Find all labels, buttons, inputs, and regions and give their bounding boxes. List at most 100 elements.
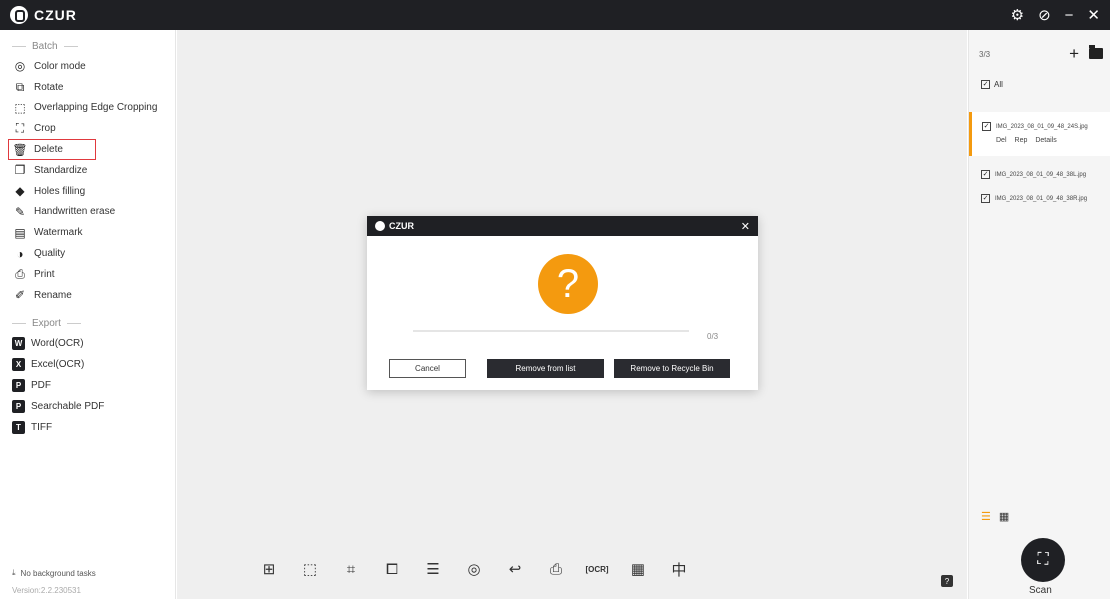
tiff-icon: T xyxy=(12,420,25,434)
sidebar-item-crop[interactable]: ⛶ Crop xyxy=(0,118,175,139)
question-icon[interactable]: ? xyxy=(941,575,953,587)
title-bar: CZUR ⚙ ⊘ − ✕ xyxy=(0,0,1110,30)
edge-crop-icon: ⬚ xyxy=(14,100,26,115)
grid-view-icon[interactable]: ▦ xyxy=(999,510,1009,523)
sidebar-item-watermark[interactable]: ▤ Watermark xyxy=(0,222,175,243)
scan-label: Scan xyxy=(1029,585,1052,596)
sidebar-item-pdf[interactable]: P PDF xyxy=(0,375,175,396)
dialog-title: CZUR xyxy=(389,221,414,231)
sidebar-item-label: PDF xyxy=(31,380,51,392)
czur-logo-icon xyxy=(10,6,28,24)
rotate-icon: ⧉ xyxy=(15,79,25,94)
bottom-toolbar: ⊞ ⬚ ⌗ ⧠ ☰ ◎ ↩ ⎙ [OCR] ▦ 中 xyxy=(257,557,691,581)
adjust-icon[interactable]: ☰ xyxy=(421,557,445,581)
checkbox-icon[interactable]: ✓ xyxy=(982,122,991,131)
print-icon[interactable]: ⎙ xyxy=(544,557,568,581)
progress-bar xyxy=(413,330,689,332)
details-link[interactable]: Details xyxy=(1035,137,1056,144)
checkbox-icon: ✓ xyxy=(981,80,990,89)
remove-from-list-button[interactable]: Remove from list xyxy=(487,359,604,378)
crop-icon: ⛶ xyxy=(15,121,25,136)
sidebar-item-label: Rotate xyxy=(34,81,64,93)
checkbox-icon[interactable]: ✓ xyxy=(981,170,990,179)
delete-icon: 🗑 xyxy=(12,142,28,157)
version-label: Version:2.2.230531 xyxy=(12,586,81,595)
ocr-icon[interactable]: [OCR] xyxy=(585,557,609,581)
sidebar-item-tiff[interactable]: T TIFF xyxy=(0,417,175,438)
select-all-checkbox[interactable]: ✓ All xyxy=(981,80,1003,89)
file-panel-header: 3/3 + xyxy=(979,44,1103,64)
settings-icon[interactable]: ⚙ xyxy=(1011,6,1024,24)
scan-icon: ⛶ xyxy=(1037,551,1049,568)
file-item[interactable]: ✓ IMG_2023_08_01_09_48_38L.jpg xyxy=(969,170,1110,179)
sidebar-item-quality[interactable]: ◑ Quality xyxy=(0,243,175,264)
file-panel: 3/3 + ✓ All ✓ IMG_2023_08_01_09_48_24S.jpg… xyxy=(968,30,1110,599)
tasks-label: No background tasks xyxy=(20,568,96,578)
sidebar-item-label: Quality xyxy=(34,248,66,260)
folder-icon[interactable] xyxy=(1089,45,1103,59)
sidebar-item-print[interactable]: ⎙ Print xyxy=(0,264,175,285)
scan-button[interactable]: ⛶ xyxy=(1021,538,1065,582)
background-tasks[interactable]: ⤓ No background tasks xyxy=(12,568,96,578)
sidebar-item-delete[interactable]: 🗑 Delete xyxy=(8,139,96,160)
sidebar-item-standardize[interactable]: ❐ Standardize xyxy=(0,160,175,181)
sidebar-item-edge-cropping[interactable]: ⬚ Overlapping Edge Cropping xyxy=(0,98,175,119)
rep-link[interactable]: Rep xyxy=(1015,137,1028,144)
question-mark-icon: ? xyxy=(538,254,598,314)
export-title: Export xyxy=(32,318,61,330)
select-icon[interactable]: ⬚ xyxy=(298,557,322,581)
searchable-pdf-icon: P xyxy=(12,399,25,413)
excel-icon: X xyxy=(12,358,25,372)
cancel-button[interactable]: Cancel xyxy=(389,359,466,378)
sidebar-item-rotate[interactable]: ⧉ Rotate xyxy=(0,77,175,98)
dialog-close-icon[interactable]: ✕ xyxy=(741,220,750,233)
add-icon[interactable]: + xyxy=(1069,44,1079,64)
remove-to-recycle-bin-button[interactable]: Remove to Recycle Bin xyxy=(614,359,730,378)
color-icon[interactable]: ◎ xyxy=(462,557,486,581)
sidebar-item-label: Overlapping Edge Cropping xyxy=(34,102,158,114)
help-icon[interactable]: ⊘ xyxy=(1038,6,1051,24)
close-icon[interactable]: ✕ xyxy=(1087,6,1100,24)
app-logo: CZUR xyxy=(10,6,77,24)
watermark-icon: ▤ xyxy=(14,225,26,240)
sidebar-item-word-ocr[interactable]: W Word(OCR) xyxy=(0,334,175,355)
file-count: 3/3 xyxy=(979,49,991,59)
del-link[interactable]: Del xyxy=(996,137,1007,144)
progress-text: 0/3 xyxy=(707,332,719,341)
sidebar-item-label: Print xyxy=(34,268,55,280)
file-name: IMG_2023_08_01_09_48_24S.jpg xyxy=(996,123,1088,130)
sidebar-footer: ⤓ No background tasks Version:2.2.230531 xyxy=(12,568,96,595)
sidebar-item-label: Rename xyxy=(34,289,72,301)
word-icon: W xyxy=(12,337,25,351)
batch-title: Batch xyxy=(32,40,58,52)
sidebar-item-holes-filling[interactable]: ◆ Holes filling xyxy=(0,181,175,202)
batch-section-header: Batch xyxy=(0,36,175,56)
eraser-icon: ✎ xyxy=(14,204,26,219)
sidebar-item-label: Handwritten erase xyxy=(34,206,116,218)
checkbox-icon[interactable]: ✓ xyxy=(981,194,990,203)
minimize-icon[interactable]: − xyxy=(1065,7,1074,24)
center-icon[interactable]: 中 xyxy=(667,557,691,581)
file-name: IMG_2023_08_01_09_48_38L.jpg xyxy=(995,171,1087,178)
sidebar-item-excel-ocr[interactable]: X Excel(OCR) xyxy=(0,354,175,375)
sidebar-item-label: Excel(OCR) xyxy=(31,359,85,371)
sidebar: Batch ◎ Color mode ⧉ Rotate ⬚ Overlapping E… xyxy=(0,30,176,599)
file-item[interactable]: ✓ IMG_2023_08_01_09_48_24S.jpg Del Rep De… xyxy=(969,112,1110,156)
window-controls: ⚙ ⊘ − ✕ xyxy=(1011,6,1100,25)
view-toggle: ☰ ▦ xyxy=(981,510,1009,523)
sidebar-item-color-mode[interactable]: ◎ Color mode xyxy=(0,56,175,77)
file-item[interactable]: ✓ IMG_2023_08_01_09_48_38R.jpg xyxy=(969,194,1110,203)
rotate-crop-icon[interactable]: ⧠ xyxy=(380,557,404,581)
qr-icon[interactable]: ▦ xyxy=(626,557,650,581)
split-icon[interactable]: ⊞ xyxy=(257,557,281,581)
sidebar-item-rename[interactable]: ✐ Rename xyxy=(0,285,175,306)
sidebar-item-label: Searchable PDF xyxy=(31,400,105,412)
sidebar-item-handwritten-erase[interactable]: ✎ Handwritten erase xyxy=(0,202,175,223)
undo-icon[interactable]: ↩ xyxy=(503,557,527,581)
sidebar-item-label: Holes filling xyxy=(34,185,86,197)
crop-icon[interactable]: ⌗ xyxy=(339,557,363,581)
dialog-logo: CZUR xyxy=(375,221,414,231)
print-icon: ⎙ xyxy=(15,266,25,281)
sidebar-item-searchable-pdf[interactable]: P Searchable PDF xyxy=(0,396,175,417)
list-view-icon[interactable]: ☰ xyxy=(981,510,991,523)
